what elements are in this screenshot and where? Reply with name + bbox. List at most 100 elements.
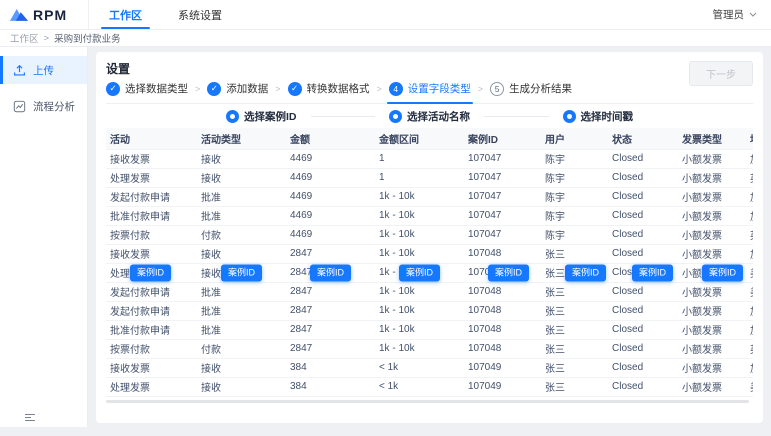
step-set-field-types[interactable]: 4 设置字段类型 — [389, 81, 471, 96]
table-cell: 加拿大 — [746, 320, 753, 339]
table-header-cell[interactable]: 金额区间 — [375, 128, 464, 149]
table-cell: 小额发票 — [678, 187, 746, 206]
case-id-drag-chip[interactable]: 案例ID — [702, 264, 743, 281]
step-select-data-type[interactable]: ✓ 选择数据类型 — [106, 81, 188, 96]
table-header-cell[interactable]: 状态 — [608, 128, 678, 149]
table-cell: 陈宇 — [541, 225, 608, 244]
table-cell: 107048 — [464, 244, 541, 263]
table-cell: 2847 — [286, 244, 375, 263]
table-cell: 小额发票 — [678, 339, 746, 358]
next-step-button[interactable]: 下一步 — [689, 61, 753, 86]
case-id-drag-chip[interactable]: 案例ID — [488, 264, 529, 281]
table-cell: 1k - 10k — [375, 282, 464, 301]
step-add-data[interactable]: ✓ 添加数据 — [207, 81, 268, 96]
table-cell: 107048案例ID — [464, 263, 541, 282]
table-cell: < 1k — [375, 358, 464, 377]
table-cell: 付款 — [197, 225, 286, 244]
table-cell: 张三 — [541, 377, 608, 396]
table-header-cell[interactable]: 发票类型 — [678, 128, 746, 149]
table-cell: 英国 — [746, 339, 753, 358]
step-label: 添加数据 — [226, 81, 268, 96]
sidebar-collapse-icon[interactable] — [24, 413, 36, 422]
chevron-down-icon — [749, 12, 757, 17]
table-cell: 张三 — [541, 282, 608, 301]
mountain-logo-icon — [9, 7, 29, 22]
table-cell: 按票付款 — [106, 339, 197, 358]
horizontal-scrollbar[interactable] — [106, 400, 749, 403]
table-cell: 1k - 10k案例ID — [375, 263, 464, 282]
selector-timestamp[interactable]: 选择时间戳 — [563, 109, 634, 124]
table-cell: 张三 — [541, 301, 608, 320]
table-cell: 1k - 10k — [375, 320, 464, 339]
table-cell: 小额发票 — [678, 301, 746, 320]
table-cell: 张三 — [541, 358, 608, 377]
table-header-cell[interactable]: 用户 — [541, 128, 608, 149]
table-cell: 发起付款申请 — [106, 187, 197, 206]
table-cell: 1k - 10k — [375, 301, 464, 320]
main-area: 设置 下一步 ✓ 选择数据类型 > ✓ 添加数据 > ✓ 转换数据格式 > — [88, 47, 771, 435]
table-cell: 1k - 10k — [375, 206, 464, 225]
table-cell: 4469 — [286, 187, 375, 206]
wizard-steps: ✓ 选择数据类型 > ✓ 添加数据 > ✓ 转换数据格式 > 4 设置字段类型 — [106, 81, 753, 104]
table-cell: 2847 — [286, 301, 375, 320]
selector-timestamp-label: 选择时间戳 — [581, 109, 634, 124]
table-cell: 384 — [286, 358, 375, 377]
table-cell: 107048 — [464, 320, 541, 339]
selector-case-id[interactable]: 选择案例ID — [226, 109, 297, 124]
table-cell: 批准 — [197, 206, 286, 225]
table-cell: 2847 — [286, 320, 375, 339]
selector-connector-line — [484, 116, 549, 117]
step-number-icon: 4 — [389, 82, 403, 96]
table-cell: 处理发票 — [106, 168, 197, 187]
table-cell: 美国 — [746, 263, 753, 282]
table-header-cell[interactable]: 活动 — [106, 128, 197, 149]
table-row: 处理发票接收44691107047陈宇Closed小额发票英国 — [106, 168, 753, 187]
step-label: 生成分析结果 — [509, 81, 572, 96]
table-cell: Closed — [608, 206, 678, 225]
sidebar-item-upload-label: 上传 — [33, 63, 54, 78]
settings-card: 设置 下一步 ✓ 选择数据类型 > ✓ 添加数据 > ✓ 转换数据格式 > — [96, 52, 763, 423]
table-cell: 107047 — [464, 168, 541, 187]
check-icon: ✓ — [106, 82, 120, 96]
table-cell: 发起付款申请 — [106, 282, 197, 301]
table-cell: 小额发票 — [678, 320, 746, 339]
case-id-drag-chip[interactable]: 案例ID — [399, 264, 440, 281]
tab-system-settings[interactable]: 系统设置 — [160, 0, 240, 29]
table-row: 接收发票接收384< 1k107049张三Closed小额发票加拿大 — [106, 358, 753, 377]
table-cell: 按票付款 — [106, 225, 197, 244]
table-cell: Closed — [608, 339, 678, 358]
table-cell: 小额发票案例ID — [678, 263, 746, 282]
sidebar-item-upload[interactable]: 上传 — [0, 56, 87, 84]
table-cell: Closed — [608, 320, 678, 339]
case-id-drag-chip[interactable]: 案例ID — [632, 264, 673, 281]
table-row: 按票付款付款28471k - 10k107048张三Closed小额发票英国 — [106, 339, 753, 358]
case-id-drag-chip[interactable]: 案例ID — [130, 264, 171, 281]
table-cell: 小额发票 — [678, 282, 746, 301]
table-header-cell[interactable]: 活动类型 — [197, 128, 286, 149]
sidebar-item-process-analysis[interactable]: 流程分析 — [0, 92, 87, 120]
user-menu[interactable]: 管理员 — [713, 7, 771, 22]
table-cell: 张三 — [541, 244, 608, 263]
table-header-cell[interactable]: 金额 — [286, 128, 375, 149]
table-header-cell[interactable]: 案例ID — [464, 128, 541, 149]
table-cell: 4469 — [286, 206, 375, 225]
step-separator-icon: > — [275, 84, 280, 94]
selector-activity-name[interactable]: 选择活动名称 — [389, 109, 470, 124]
case-id-drag-chip[interactable]: 案例ID — [221, 264, 262, 281]
table-header-cell[interactable]: 地区 — [746, 128, 753, 149]
table-cell: 接收 — [197, 377, 286, 396]
table-cell: Closed — [608, 187, 678, 206]
table-cell: 处理发票 — [106, 377, 197, 396]
step-number-icon: 5 — [490, 82, 504, 96]
case-id-drag-chip[interactable]: 案例ID — [565, 264, 606, 281]
radio-dot-icon — [389, 110, 402, 123]
step-generate-results[interactable]: 5 生成分析结果 — [490, 81, 572, 96]
step-convert-format[interactable]: ✓ 转换数据格式 — [288, 81, 370, 96]
table-cell: Closed — [608, 168, 678, 187]
case-id-drag-chip[interactable]: 案例ID — [310, 264, 351, 281]
process-analysis-icon — [13, 100, 26, 113]
tab-workspace[interactable]: 工作区 — [91, 0, 160, 29]
breadcrumb-workspace[interactable]: 工作区 — [10, 31, 39, 45]
logo-text: RPM — [33, 7, 67, 23]
selector-case-id-label: 选择案例ID — [244, 109, 297, 124]
